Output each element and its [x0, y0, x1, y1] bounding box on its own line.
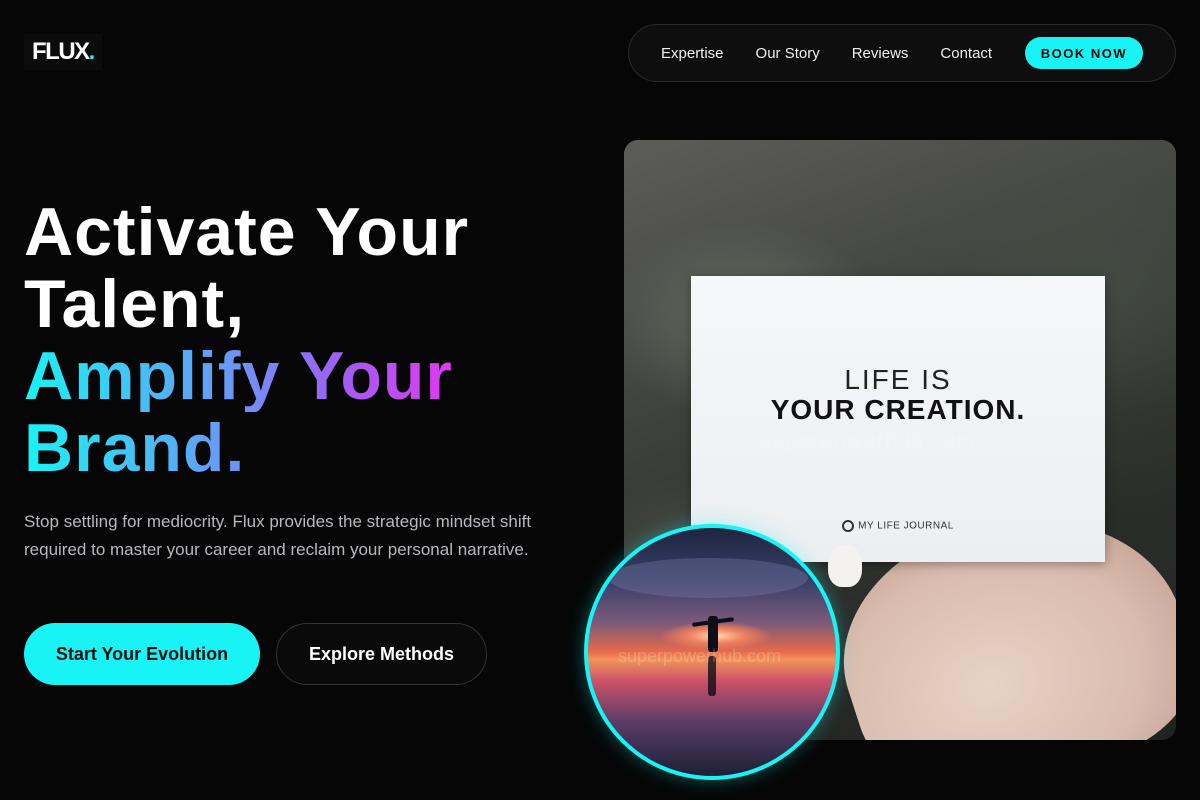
main-nav: Expertise Our Story Reviews Contact BOOK… [628, 24, 1176, 82]
logo[interactable]: FLUX. [24, 34, 102, 70]
hero-description: Stop settling for mediocrity. Flux provi… [24, 512, 532, 559]
thumb-shape [828, 545, 862, 587]
nav-link-expertise[interactable]: Expertise [661, 45, 724, 62]
hero-title-line-1: Activate Your [24, 194, 470, 270]
logo-dot: . [88, 38, 96, 65]
explore-methods-button[interactable]: Explore Methods [276, 623, 487, 685]
cloud-shape [608, 558, 808, 598]
card-line-1: LIFE IS [844, 364, 952, 395]
photo-watermark: superpowerhub.com [760, 428, 977, 453]
nav-link-contact[interactable]: Contact [940, 45, 992, 62]
journal-card: LIFE IS YOUR CREATION. MY LIFE JOURNAL [691, 276, 1105, 562]
hero-title-line-4: Brand. [24, 410, 246, 486]
circle-watermark: superpowerhub.com [618, 646, 782, 666]
card-footer-text: MY LIFE JOURNAL [858, 520, 954, 532]
start-evolution-button[interactable]: Start Your Evolution [24, 623, 260, 685]
nav-link-reviews[interactable]: Reviews [852, 45, 909, 62]
nav-link-our-story[interactable]: Our Story [756, 45, 820, 62]
card-line-2: YOUR CREATION. [770, 394, 1026, 425]
tree-icon [842, 520, 855, 532]
hero-title-line-2: Talent, [24, 266, 246, 342]
logo-text: FLUX [32, 38, 90, 65]
hero-title: Activate Your Talent, Amplify Your Brand… [24, 196, 469, 484]
hero-title-line-3: Amplify Your [24, 338, 453, 414]
book-now-button[interactable]: BOOK NOW [1025, 37, 1143, 69]
sunset-photo-circle: superpowerhub.com [584, 524, 840, 780]
